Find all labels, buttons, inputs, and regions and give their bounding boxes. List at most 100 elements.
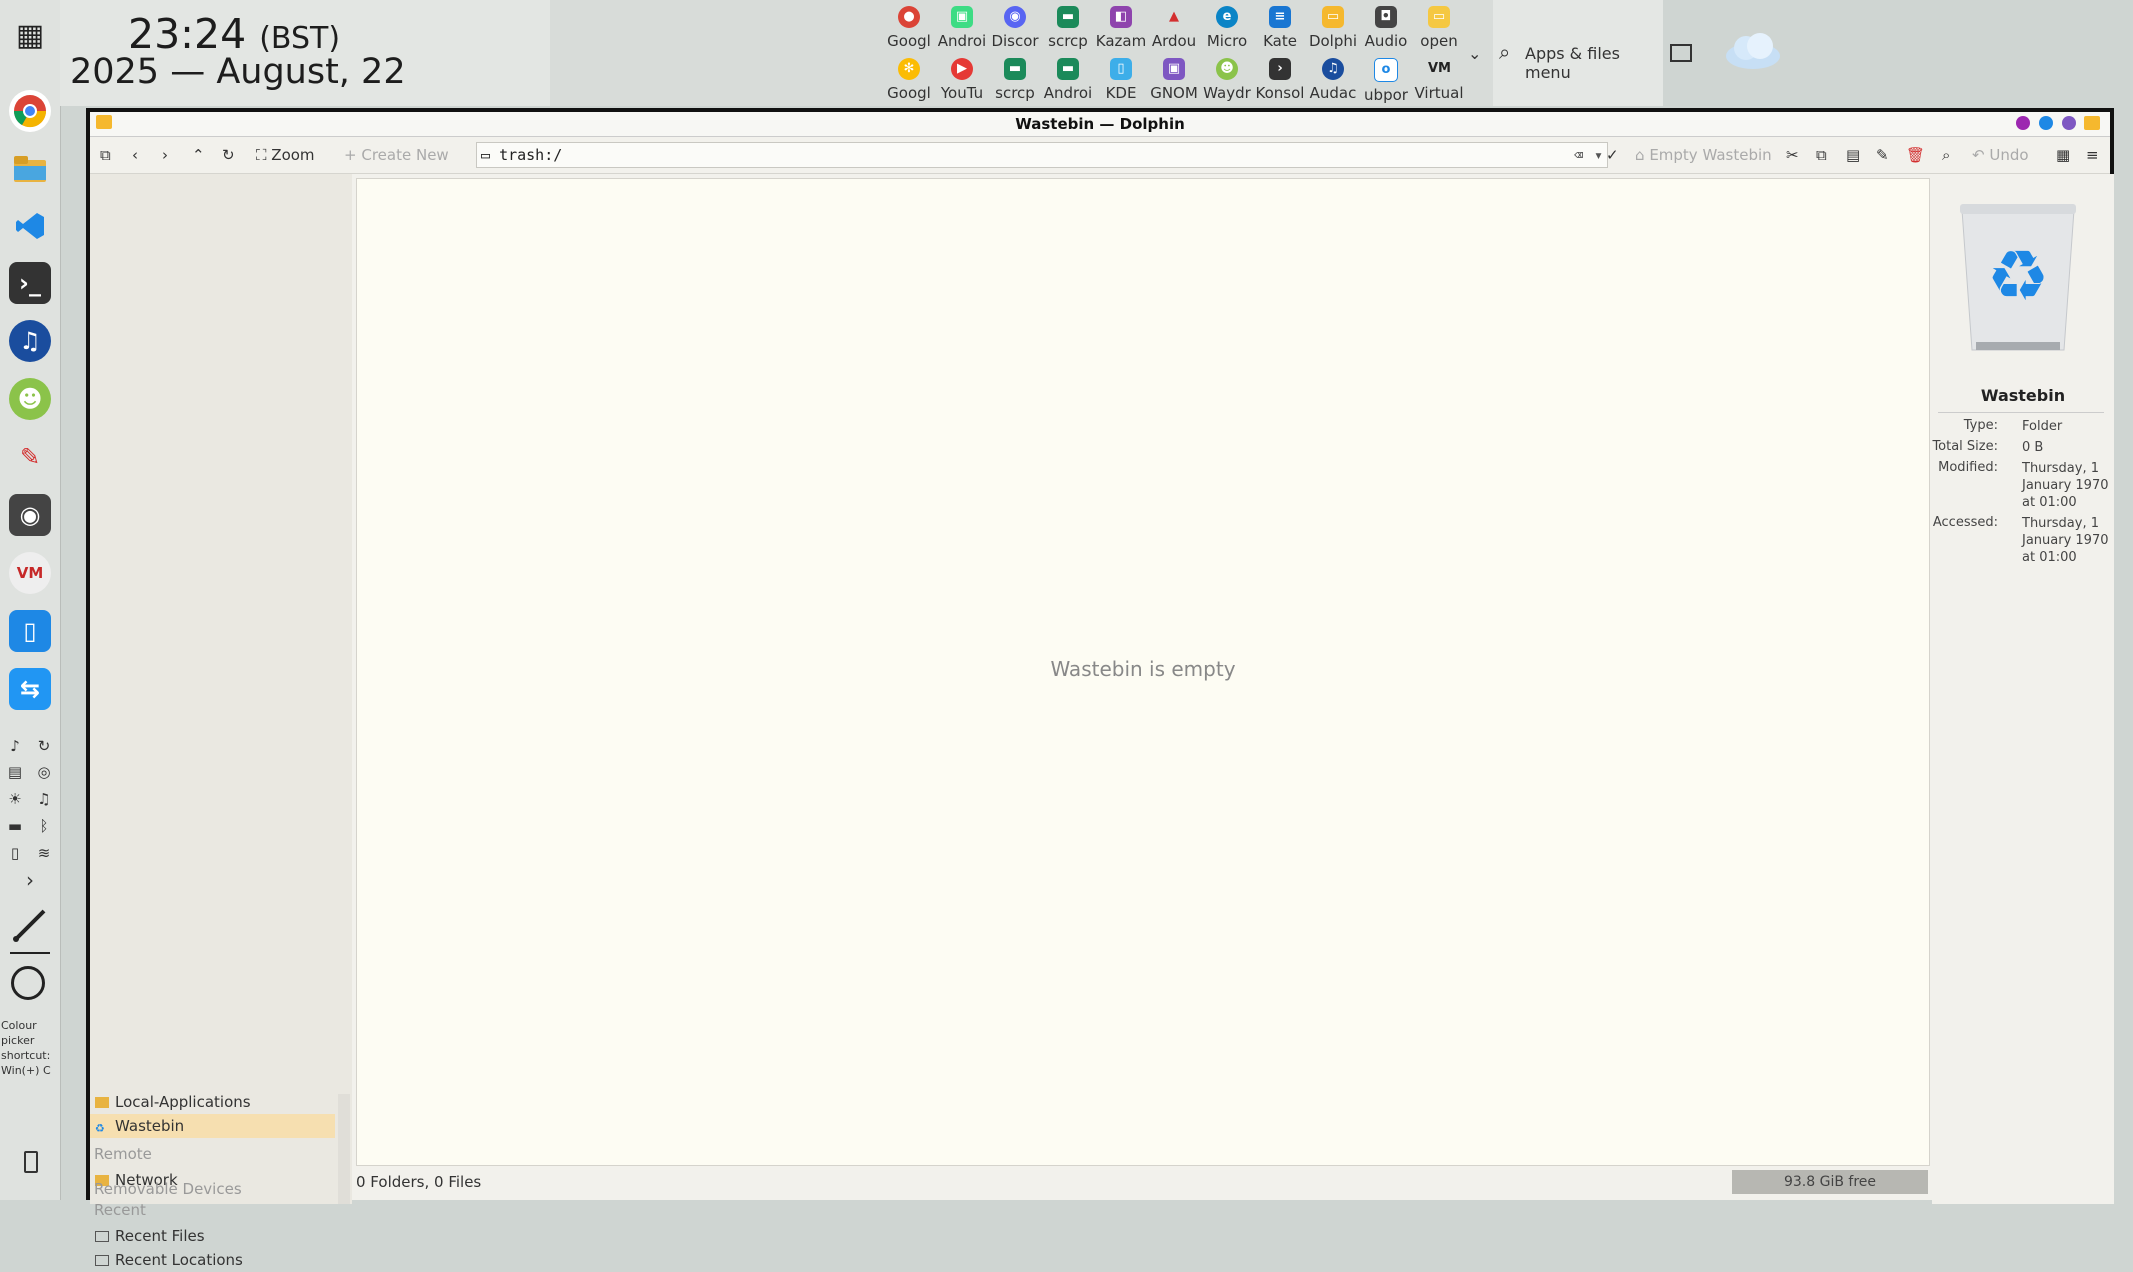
share-icon[interactable]: ⇆ [9,668,51,710]
phone-icon[interactable] [24,1151,38,1173]
launcher-youtube[interactable]: ▶ YouTu [936,58,988,102]
waydroid-icon[interactable]: ☻ [9,378,51,420]
location-bar[interactable]: ▭ trash:/ ⌫ ▾ [476,142,1608,168]
storage-icon[interactable]: ▯ [4,843,26,863]
dropdown-icon[interactable]: ▾ [1594,143,1603,167]
clear-icon[interactable]: ⌫ [1574,143,1583,167]
back-icon[interactable]: ‹ [132,144,138,166]
battery-icon[interactable]: ▬ [4,816,26,836]
volume-icon[interactable]: ♫ [33,789,55,809]
launcher-dolphin[interactable]: ▭ Dolphi [1307,6,1359,50]
wastebin-preview-icon: ♻ [1956,204,2080,354]
undo-button[interactable]: ↶ Undo [1972,144,2029,166]
launcher-kde-connect[interactable]: ▯ KDE [1095,58,1147,102]
recent-files-icon [95,1231,109,1242]
title-bar[interactable]: Wastebin — Dolphin [90,112,2110,137]
launcher-scrcpy-2[interactable]: ▬ scrcp [989,58,1041,102]
launcher-audio[interactable]: ◘ Audio [1360,6,1412,50]
bluetooth-icon[interactable]: ᛒ [33,816,55,836]
launcher-scrcpy[interactable]: ▬ scrcp [1042,6,1094,50]
forward-icon[interactable]: › [162,144,168,166]
sidebar-item-recent-locations[interactable]: Recent Locations [90,1248,335,1272]
cloud-icon[interactable] [1724,30,1782,70]
up-icon[interactable]: ⌃ [192,144,205,166]
file-view[interactable]: Wastebin is empty [356,178,1930,1166]
confirm-icon[interactable]: ✓ [1606,144,1619,166]
launcher-open[interactable]: ▭ open [1413,6,1465,50]
plus-icon: + [344,146,357,164]
apps-files-menu[interactable]: ⌕ Apps & files menu [1493,0,1663,106]
empty-wastebin-label: Empty Wastebin [1649,146,1772,164]
refresh-icon[interactable]: ↻ [33,736,55,756]
paste-icon[interactable]: ▤ [1846,144,1860,166]
circle-icon[interactable] [11,966,45,1000]
info-accessed-value: Thursday, 1 January 1970 at 01:00 [2022,516,2109,565]
chrome-icon[interactable] [9,90,51,132]
launcher-ubports[interactable]: o ubpor [1360,58,1412,104]
audacity-icon[interactable]: ♫ [9,320,51,362]
screen-record-icon[interactable] [1670,44,1692,62]
screenshot-icon[interactable]: ◉ [9,494,51,536]
launcher-konsole[interactable]: › Konsol [1254,58,1306,102]
svg-text:♻: ♻ [1987,235,2050,317]
zoom-button[interactable]: ⛶ Zoom [256,144,315,166]
sidebar-item-label: Recent Locations [115,1251,243,1269]
sidebar-item-wastebin[interactable]: ♻ Wastebin [90,1114,335,1138]
media-icon[interactable]: ◎ [33,762,55,782]
bell-icon[interactable]: ♪ [4,736,26,756]
terminal-icon[interactable]: ›_ [9,262,51,304]
launcher-audacity[interactable]: ♫ Audac [1307,58,1359,102]
sidebar-scrollbar[interactable] [338,1094,350,1204]
brightness-icon[interactable]: ☀ [4,789,26,809]
chevron-right-icon[interactable]: › [19,870,41,890]
clock-time: 23:24 (BST) [128,10,341,58]
vscode-icon[interactable] [9,205,51,247]
maximize-icon[interactable] [2062,116,2076,130]
launcher-gnome[interactable]: ▣ GNOM [1148,58,1200,102]
copy-icon[interactable]: ⧉ [1816,144,1827,166]
search-icon[interactable]: ⌕ [1942,144,1950,166]
sidebar-item-local-applications[interactable]: Local-Applications [90,1090,335,1114]
location-text: trash:/ [499,146,563,164]
launcher-discord[interactable]: ◉ Discor [989,6,1041,50]
divider [10,952,50,954]
launcher-android-studio[interactable]: ▣ Androi [936,6,988,50]
launcher-google-chrome[interactable]: ● Googl [883,6,935,50]
launcher-google-photos[interactable]: ✻ Googl [883,58,935,102]
close-icon[interactable] [2084,116,2100,130]
sidebar-item-recent-files[interactable]: Recent Files [90,1224,335,1248]
cut-icon[interactable]: ✂ [1786,144,1799,166]
launcher-waydroid[interactable]: ☻ Waydr [1201,58,1253,102]
app-grid-icon[interactable]: ▦ [9,14,51,56]
delete-icon[interactable]: 🗑 [1906,144,1925,166]
wifi-icon[interactable]: ≋ [33,843,55,863]
phone-app-icon[interactable]: ▯ [9,610,51,652]
hamburger-menu-icon[interactable]: ≡ [2086,144,2099,166]
virt-manager-icon[interactable]: VM [9,552,51,594]
clipboard-icon[interactable]: ▤ [4,762,26,782]
launcher-android-2[interactable]: ▬ Androi [1042,58,1094,102]
launcher-microsoft-edge[interactable]: e Micro [1201,6,1253,50]
launcher-kazam[interactable]: ◧ Kazam [1095,6,1147,50]
new-tab-icon[interactable]: ⧉ [100,144,111,166]
reload-icon[interactable]: ↻ [222,144,235,166]
minimize-icon[interactable] [2039,116,2053,130]
sidebar-item-label: Local-Applications [115,1093,251,1111]
launcher-kate[interactable]: ≡ Kate [1254,6,1306,50]
keep-above-icon[interactable] [2016,116,2030,130]
colour-picker-icon[interactable] [10,905,50,945]
view-mode-icon[interactable]: ▦ [2056,144,2070,166]
chevron-down-icon[interactable]: ⌄ [1468,44,1481,63]
empty-wastebin-button[interactable]: ⌂ Empty Wastebin [1635,144,1772,166]
create-new-button[interactable]: + Create New [344,144,449,166]
free-space-indicator[interactable]: 93.8 GiB free [1732,1170,1928,1194]
info-size-value: 0 B [2022,440,2044,455]
folder-icon[interactable] [9,148,51,190]
info-modified-value: Thursday, 1 January 1970 at 01:00 [2022,461,2109,510]
launcher-ardour[interactable]: ▲ Ardou [1148,6,1200,50]
info-modified-label: Modified: [1938,460,1998,475]
paint-icon[interactable]: ✎ [9,436,51,478]
rename-icon[interactable]: ✎ [1876,144,1889,166]
launcher-virtual-machine[interactable]: VM Virtual [1413,58,1465,102]
divider [1938,412,2104,413]
